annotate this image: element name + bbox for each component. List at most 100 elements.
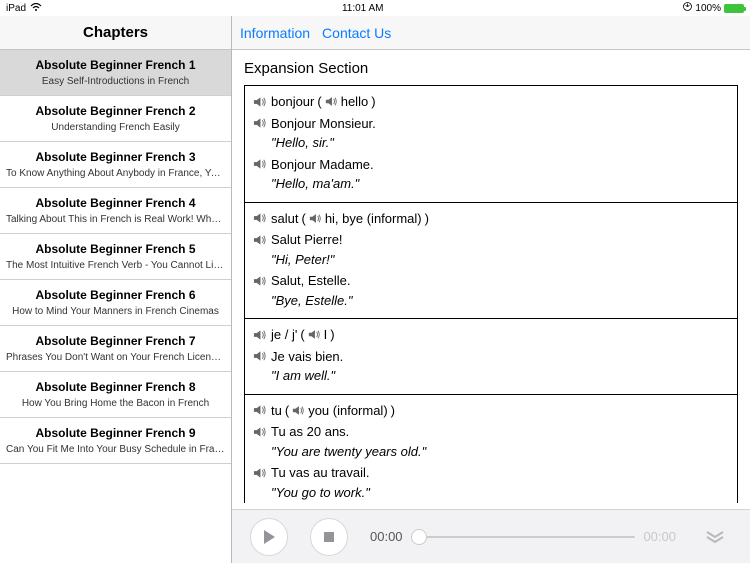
chapter-title: Absolute Beginner French 7	[6, 334, 225, 348]
audio-player: 00:00 00:00	[232, 509, 750, 563]
example-fr: Salut, Estelle.	[271, 271, 729, 291]
speaker-icon[interactable]	[309, 209, 322, 229]
speaker-icon[interactable]	[253, 347, 267, 365]
chapter-subtitle: How You Bring Home the Bacon in French	[6, 398, 225, 409]
clock: 11:01 AM	[42, 3, 683, 14]
time-current: 00:00	[370, 529, 403, 544]
speaker-icon[interactable]	[253, 271, 267, 289]
chapter-subtitle: Can You Fit Me Into Your Busy Schedule i…	[6, 444, 225, 455]
collapse-button[interactable]	[698, 520, 732, 554]
sidebar-item-chapter[interactable]: Absolute Beginner French 6 How to Mind Yo…	[0, 280, 231, 326]
chapter-subtitle: Talking About This in French is Real Wor…	[6, 214, 225, 225]
section-title: Expansion Section	[232, 50, 750, 85]
speaker-icon[interactable]	[253, 92, 267, 110]
chapter-subtitle: To Know Anything About Anybody in France…	[6, 168, 225, 179]
seek-bar[interactable]: 00:00 00:00	[370, 529, 676, 544]
wifi-icon	[30, 3, 42, 14]
example-en: "You are twenty years old."	[253, 442, 729, 462]
chapter-subtitle: How to Mind Your Manners in French Cinem…	[6, 306, 225, 317]
seek-thumb[interactable]	[411, 529, 427, 545]
chapter-title: Absolute Beginner French 8	[6, 380, 225, 394]
sidebar-item-chapter[interactable]: Absolute Beginner French 8 How You Bring …	[0, 372, 231, 418]
example-fr: Je vais bien.	[271, 347, 729, 367]
speaker-icon[interactable]	[253, 114, 267, 132]
sidebar-item-chapter[interactable]: Absolute Beginner French 3 To Know Anythi…	[0, 142, 231, 188]
vocab-word: tu	[271, 401, 282, 421]
sidebar-item-chapter[interactable]: Absolute Beginner French 9 Can You Fit Me…	[0, 418, 231, 464]
paren-open: (	[317, 92, 321, 112]
example-fr: Tu vas au travail.	[271, 463, 729, 483]
chapter-title: Absolute Beginner French 2	[6, 104, 225, 118]
chapter-title: Absolute Beginner French 6	[6, 288, 225, 302]
chapter-title: Absolute Beginner French 5	[6, 242, 225, 256]
chapter-title: Absolute Beginner French 9	[6, 426, 225, 440]
vocab-group: je / j' ( I )Je vais bien."I am well."	[245, 319, 737, 395]
speaker-icon[interactable]	[292, 401, 305, 421]
vocab-group: bonjour ( hello )Bonjour Monsieur."Hello…	[245, 86, 737, 203]
chapter-subtitle: The Most Intuitive French Verb - You Can…	[6, 260, 225, 271]
vocab-gloss: I	[324, 325, 328, 345]
sidebar-header: Chapters	[0, 16, 231, 50]
example-fr: Salut Pierre!	[271, 230, 729, 250]
speaker-icon[interactable]	[253, 209, 267, 227]
speaker-icon[interactable]	[253, 401, 267, 419]
play-button[interactable]	[250, 518, 288, 556]
vocab-gloss: you (informal)	[308, 401, 387, 421]
example-en: "Hello, ma'am."	[253, 174, 729, 194]
chapter-title: Absolute Beginner French 4	[6, 196, 225, 210]
speaker-icon[interactable]	[308, 325, 321, 345]
speaker-icon[interactable]	[253, 325, 267, 343]
sidebar-item-chapter[interactable]: Absolute Beginner French 5 The Most Intui…	[0, 234, 231, 280]
chapter-title: Absolute Beginner French 1	[6, 58, 225, 72]
speaker-icon[interactable]	[253, 155, 267, 173]
example-fr: Bonjour Madame.	[271, 155, 729, 175]
sidebar-item-chapter[interactable]: Absolute Beginner French 1 Easy Self-Intr…	[0, 50, 231, 96]
vocab-word: bonjour	[271, 92, 314, 112]
paren-close: )	[425, 209, 429, 229]
sidebar-item-chapter[interactable]: Absolute Beginner French 4 Talking About …	[0, 188, 231, 234]
example-en: "Hi, Peter!"	[253, 250, 729, 270]
sidebar-item-chapter[interactable]: Absolute Beginner French 7 Phrases You Do…	[0, 326, 231, 372]
vocab-word: salut	[271, 209, 298, 229]
nav-information[interactable]: Information	[240, 25, 310, 41]
example-en: "Hello, sir."	[253, 133, 729, 153]
speaker-icon[interactable]	[325, 92, 338, 112]
seek-track[interactable]	[411, 536, 636, 538]
battery-pct: 100%	[695, 3, 721, 14]
nav-contact-us[interactable]: Contact Us	[322, 25, 391, 41]
example-en: "I am well."	[253, 366, 729, 386]
speaker-icon[interactable]	[253, 422, 267, 440]
sidebar: Chapters Absolute Beginner French 1 Easy …	[0, 16, 232, 563]
paren-open: (	[300, 325, 304, 345]
chapter-subtitle: Easy Self-Introductions in French	[6, 76, 225, 87]
content-pane: Information Contact Us Expansion Section…	[232, 16, 750, 563]
top-nav: Information Contact Us	[232, 16, 750, 50]
vocab-gloss: hi, bye (informal)	[325, 209, 422, 229]
battery-icon	[724, 4, 744, 13]
vocab-group: salut ( hi, bye (informal) )Salut Pierre…	[245, 203, 737, 320]
speaker-icon[interactable]	[253, 230, 267, 248]
paren-open: (	[285, 401, 289, 421]
chapter-list[interactable]: Absolute Beginner French 1 Easy Self-Intr…	[0, 50, 231, 563]
paren-close: )	[371, 92, 375, 112]
vocab-word: je / j'	[271, 325, 297, 345]
paren-close: )	[330, 325, 334, 345]
vocab-gloss: hello	[341, 92, 368, 112]
device-label: iPad	[6, 3, 26, 14]
chapter-title: Absolute Beginner French 3	[6, 150, 225, 164]
chapter-subtitle: Phrases You Don't Want on Your French Li…	[6, 352, 225, 363]
chapter-subtitle: Understanding French Easily	[6, 122, 225, 133]
vocab-group: tu ( you (informal) )Tu as 20 ans."You a…	[245, 395, 737, 504]
example-en: "You go to work."	[253, 483, 729, 503]
paren-open: (	[301, 209, 305, 229]
charging-icon	[683, 2, 692, 14]
example-fr: Bonjour Monsieur.	[271, 114, 729, 134]
example-fr: Tu as 20 ans.	[271, 422, 729, 442]
stop-button[interactable]	[310, 518, 348, 556]
speaker-icon[interactable]	[253, 463, 267, 481]
example-en: "Bye, Estelle."	[253, 291, 729, 311]
status-bar: iPad 11:01 AM 100%	[0, 0, 750, 16]
sidebar-item-chapter[interactable]: Absolute Beginner French 2 Understanding …	[0, 96, 231, 142]
expansion-table: bonjour ( hello )Bonjour Monsieur."Hello…	[244, 85, 738, 503]
time-duration: 00:00	[643, 529, 676, 544]
